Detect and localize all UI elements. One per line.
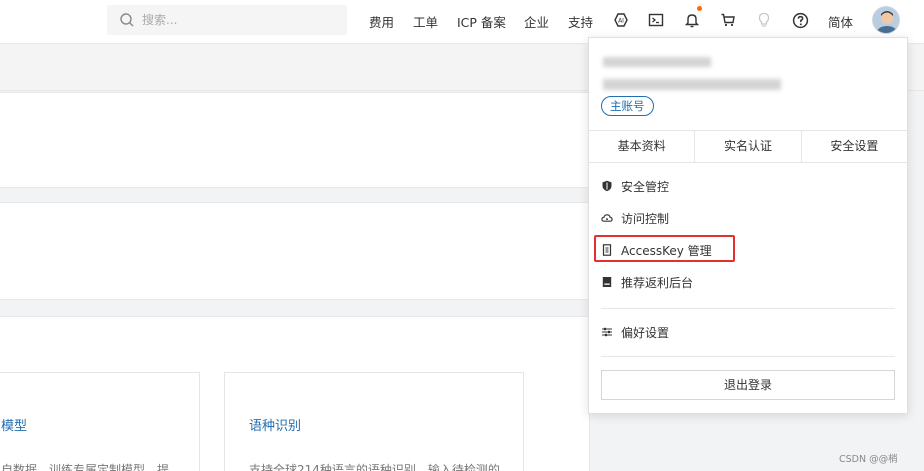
- search-box[interactable]: [107, 5, 347, 35]
- card-title[interactable]: 语种识别: [249, 415, 301, 434]
- menu-item-access-control[interactable]: 访问控制: [601, 207, 669, 229]
- watermark: CSDN @@梢: [839, 454, 898, 465]
- logout-button[interactable]: 退出登录: [601, 370, 895, 400]
- sliders-icon: [601, 326, 613, 338]
- menu-item-label: 安全管控: [621, 179, 670, 194]
- menu-item-preferences[interactable]: 偏好设置: [601, 321, 669, 343]
- nav-enterprise[interactable]: 企业: [524, 12, 549, 31]
- help-icon[interactable]: [790, 10, 810, 30]
- product-card[interactable]: 模型 自数据，训练专属定制模型，提: [0, 372, 200, 471]
- account-tabs: 基本资料 实名认证 安全设置: [589, 130, 907, 163]
- nav-billing[interactable]: 费用: [369, 12, 394, 31]
- nav-icp-filing[interactable]: ICP 备案: [457, 12, 506, 31]
- menu-item-referral-rebate[interactable]: 推荐返利后台: [601, 271, 693, 293]
- lightbulb-icon[interactable]: [754, 10, 774, 30]
- notification-dot: [697, 6, 702, 11]
- avatar[interactable]: [872, 6, 900, 34]
- main-account-badge: 主账号: [601, 96, 654, 116]
- menu-item-label: 偏好设置: [621, 325, 670, 340]
- shield-icon: [601, 180, 613, 192]
- book-icon: [601, 276, 613, 288]
- highlight-box: [594, 235, 735, 262]
- nav-tickets[interactable]: 工单: [413, 12, 438, 31]
- content-panel: [0, 92, 590, 188]
- bell-icon[interactable]: [682, 10, 702, 30]
- tab-security-settings[interactable]: 安全设置: [802, 131, 907, 162]
- ai-assistant-icon[interactable]: AI: [611, 10, 631, 30]
- content-panel: [0, 202, 590, 300]
- language-switch[interactable]: 简体: [828, 12, 853, 31]
- card-description: 自数据，训练专属定制模型，提: [1, 463, 170, 471]
- card-description: 支持全球214种语言的语种识别，输入待检测的: [249, 463, 500, 471]
- nav-support[interactable]: 支持: [568, 12, 593, 31]
- account-dropdown: 主账号 基本资料 实名认证 安全设置 安全管控 访问控制 AccessKey 管…: [588, 37, 908, 414]
- blurred-username: [603, 57, 711, 67]
- tab-real-name-verification[interactable]: 实名认证: [695, 131, 802, 162]
- terminal-icon[interactable]: [646, 10, 666, 30]
- menu-divider: [601, 308, 895, 309]
- menu-item-label: 访问控制: [621, 211, 670, 226]
- menu-divider: [601, 356, 895, 357]
- tab-basic-info[interactable]: 基本资料: [589, 131, 696, 162]
- blurred-account-id: [603, 79, 781, 90]
- search-icon: [120, 13, 134, 27]
- cloud-icon: [601, 212, 613, 224]
- product-card[interactable]: 语种识别 支持全球214种语言的语种识别，输入待检测的: [224, 372, 524, 471]
- cart-icon[interactable]: [718, 10, 738, 30]
- card-title[interactable]: 模型: [1, 415, 27, 434]
- menu-item-label: 推荐返利后台: [621, 275, 694, 290]
- svg-text:AI: AI: [618, 18, 624, 25]
- search-input[interactable]: [142, 13, 322, 27]
- menu-item-security-control[interactable]: 安全管控: [601, 175, 669, 197]
